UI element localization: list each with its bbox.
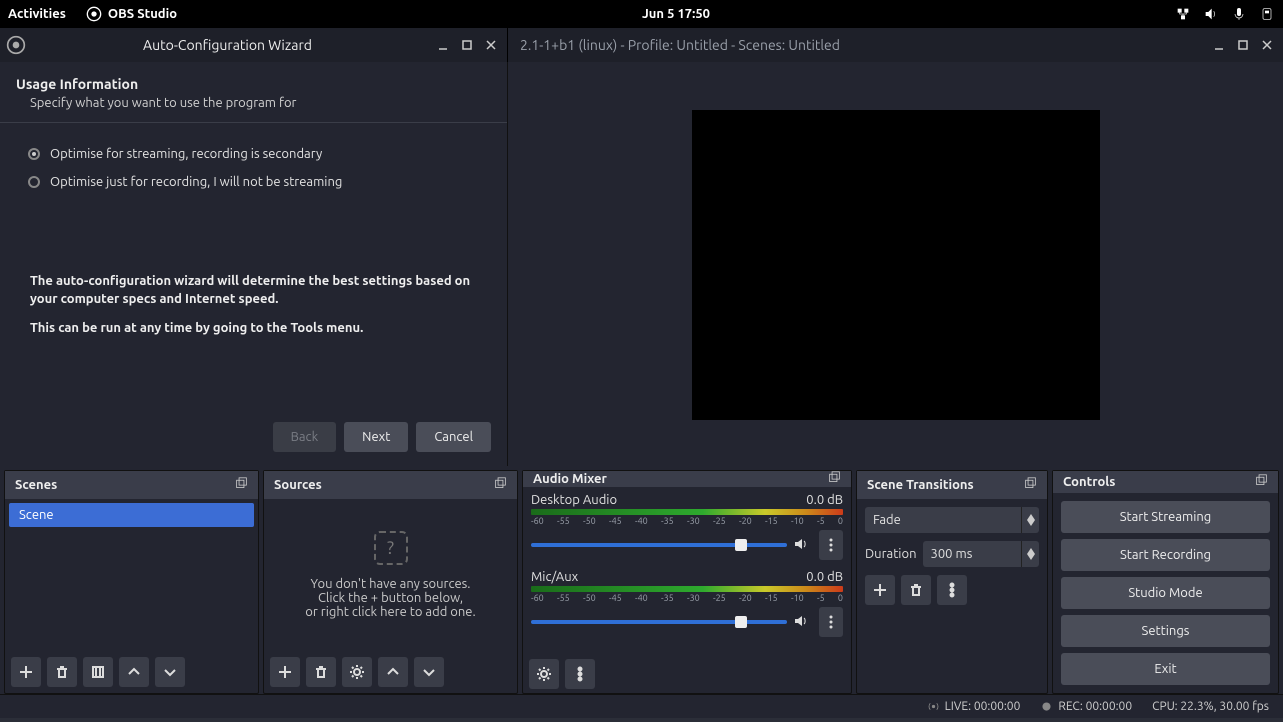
channel-menu-button[interactable]: [819, 607, 843, 637]
radio-dot-icon: [28, 176, 40, 188]
obs-icon: [86, 6, 102, 22]
radio-dot-icon: [28, 148, 40, 160]
volume-slider[interactable]: [531, 620, 787, 624]
source-properties-button[interactable]: [342, 657, 372, 687]
scene-item[interactable]: Scene: [9, 503, 254, 527]
main-close-button[interactable]: [1257, 35, 1277, 55]
mixer-channel-mic: Mic/Aux 0.0 dB -60-55-50-45-40-35-30-25-…: [531, 570, 843, 637]
channel-db: 0.0 dB: [806, 493, 843, 507]
sources-panel: Sources ? You don't have any sources. Cl…: [263, 470, 518, 694]
status-live: LIVE: 00:00:00: [927, 700, 1021, 713]
db-ticks: -60-55-50-45-40-35-30-25-20-15-10-50: [531, 516, 843, 526]
mixer-menu-button[interactable]: [565, 659, 595, 689]
record-icon: [1040, 700, 1053, 713]
scenes-title: Scenes: [15, 478, 57, 492]
chevron-updown-icon: [1021, 507, 1039, 533]
network-icon[interactable]: [1175, 6, 1191, 22]
scenes-panel: Scenes Scene: [4, 470, 259, 694]
remove-source-button[interactable]: [306, 657, 336, 687]
popout-icon[interactable]: [1024, 477, 1037, 493]
broadcast-icon: [927, 700, 940, 713]
popout-icon[interactable]: [828, 471, 841, 487]
power-icon[interactable]: [1259, 6, 1275, 22]
start-streaming-button[interactable]: Start Streaming: [1061, 501, 1270, 533]
wizard-titlebar: Auto-Configuration Wizard: [0, 28, 508, 62]
mute-button[interactable]: [793, 613, 809, 632]
popout-icon[interactable]: [1255, 474, 1268, 490]
status-bar: LIVE: 00:00:00 REC: 00:00:00 CPU: 22.3%,…: [0, 694, 1283, 718]
transitions-title: Scene Transitions: [867, 478, 974, 492]
wizard-close-button[interactable]: [481, 35, 501, 55]
studio-mode-button[interactable]: Studio Mode: [1061, 577, 1270, 609]
channel-db: 0.0 dB: [806, 570, 843, 584]
level-meter: [531, 509, 843, 515]
sources-empty-state[interactable]: ? You don't have any sources. Click the …: [268, 503, 513, 647]
popout-icon[interactable]: [494, 477, 507, 493]
mic-icon[interactable]: [1231, 6, 1247, 22]
level-meter: [531, 586, 843, 592]
wizard-info-text-1: The auto-configuration wizard will deter…: [30, 273, 477, 308]
transition-menu-button[interactable]: [937, 575, 967, 605]
mixer-channel-desktop: Desktop Audio 0.0 dB -60-55-50-45-40-35-…: [531, 493, 843, 560]
gnome-top-bar: Activities OBS Studio Jun 5 17:50: [0, 0, 1283, 28]
controls-panel: Controls Start Streaming Start Recording…: [1052, 470, 1279, 694]
wizard-window-title: Auto-Configuration Wizard: [26, 37, 429, 53]
audio-mixer-panel: Audio Mixer Desktop Audio 0.0 dB -60-55-…: [522, 470, 852, 694]
wizard-heading: Usage Information: [16, 76, 491, 92]
main-maximize-button[interactable]: [1233, 35, 1253, 55]
next-button[interactable]: Next: [344, 422, 408, 452]
channel-name: Mic/Aux: [531, 570, 578, 584]
radio-optimise-streaming[interactable]: Optimise for streaming, recording is sec…: [28, 147, 479, 161]
advanced-audio-button[interactable]: [529, 659, 559, 689]
mixer-title: Audio Mixer: [533, 472, 607, 486]
remove-transition-button[interactable]: [901, 575, 931, 605]
scene-up-button[interactable]: [119, 657, 149, 687]
transitions-panel: Scene Transitions Fade Duration 300 ms: [856, 470, 1048, 694]
preview-canvas: [692, 110, 1100, 420]
activities-button[interactable]: Activities: [8, 7, 66, 21]
volume-slider[interactable]: [531, 543, 787, 547]
chevron-updown-icon: [1021, 541, 1039, 567]
status-rec: REC: 00:00:00: [1040, 700, 1132, 713]
channel-menu-button[interactable]: [819, 530, 843, 560]
main-minimize-button[interactable]: [1209, 35, 1229, 55]
auto-config-wizard: Usage Information Specify what you want …: [0, 62, 508, 466]
wizard-info-text-2: This can be run at any time by going to …: [30, 320, 477, 338]
cancel-button[interactable]: Cancel: [416, 422, 491, 452]
scene-filters-button[interactable]: [83, 657, 113, 687]
sources-title: Sources: [274, 478, 322, 492]
preview-area[interactable]: [508, 62, 1283, 466]
source-down-button[interactable]: [414, 657, 444, 687]
start-recording-button[interactable]: Start Recording: [1061, 539, 1270, 571]
exit-button[interactable]: Exit: [1061, 653, 1270, 685]
controls-title: Controls: [1063, 475, 1115, 489]
add-scene-button[interactable]: [11, 657, 41, 687]
duration-label: Duration: [865, 547, 917, 561]
main-titlebar: 2.1-1+b1 (linux) - Profile: Untitled - S…: [508, 28, 1283, 62]
source-up-button[interactable]: [378, 657, 408, 687]
add-source-button[interactable]: [270, 657, 300, 687]
add-transition-button[interactable]: [865, 575, 895, 605]
transition-select[interactable]: Fade: [865, 507, 1039, 533]
app-menu[interactable]: OBS Studio: [86, 6, 177, 22]
channel-name: Desktop Audio: [531, 493, 617, 507]
obs-logo-icon: [6, 35, 26, 55]
db-ticks: -60-55-50-45-40-35-30-25-20-15-10-50: [531, 593, 843, 603]
scene-down-button[interactable]: [155, 657, 185, 687]
popout-icon[interactable]: [235, 477, 248, 493]
main-window-title: 2.1-1+b1 (linux) - Profile: Untitled - S…: [514, 37, 1205, 53]
settings-button[interactable]: Settings: [1061, 615, 1270, 647]
duration-input[interactable]: 300 ms: [923, 541, 1040, 567]
mute-button[interactable]: [793, 536, 809, 555]
wizard-minimize-button[interactable]: [433, 35, 453, 55]
radio-optimise-recording[interactable]: Optimise just for recording, I will not …: [28, 175, 479, 189]
remove-scene-button[interactable]: [47, 657, 77, 687]
volume-icon[interactable]: [1203, 6, 1219, 22]
back-button: Back: [273, 422, 337, 452]
wizard-subheading: Specify what you want to use the program…: [16, 96, 491, 110]
status-cpu: CPU: 22.3%, 30.00 fps: [1152, 700, 1269, 713]
question-placeholder-icon: ?: [374, 531, 408, 565]
clock[interactable]: Jun 5 17:50: [177, 7, 1175, 21]
wizard-maximize-button[interactable]: [457, 35, 477, 55]
